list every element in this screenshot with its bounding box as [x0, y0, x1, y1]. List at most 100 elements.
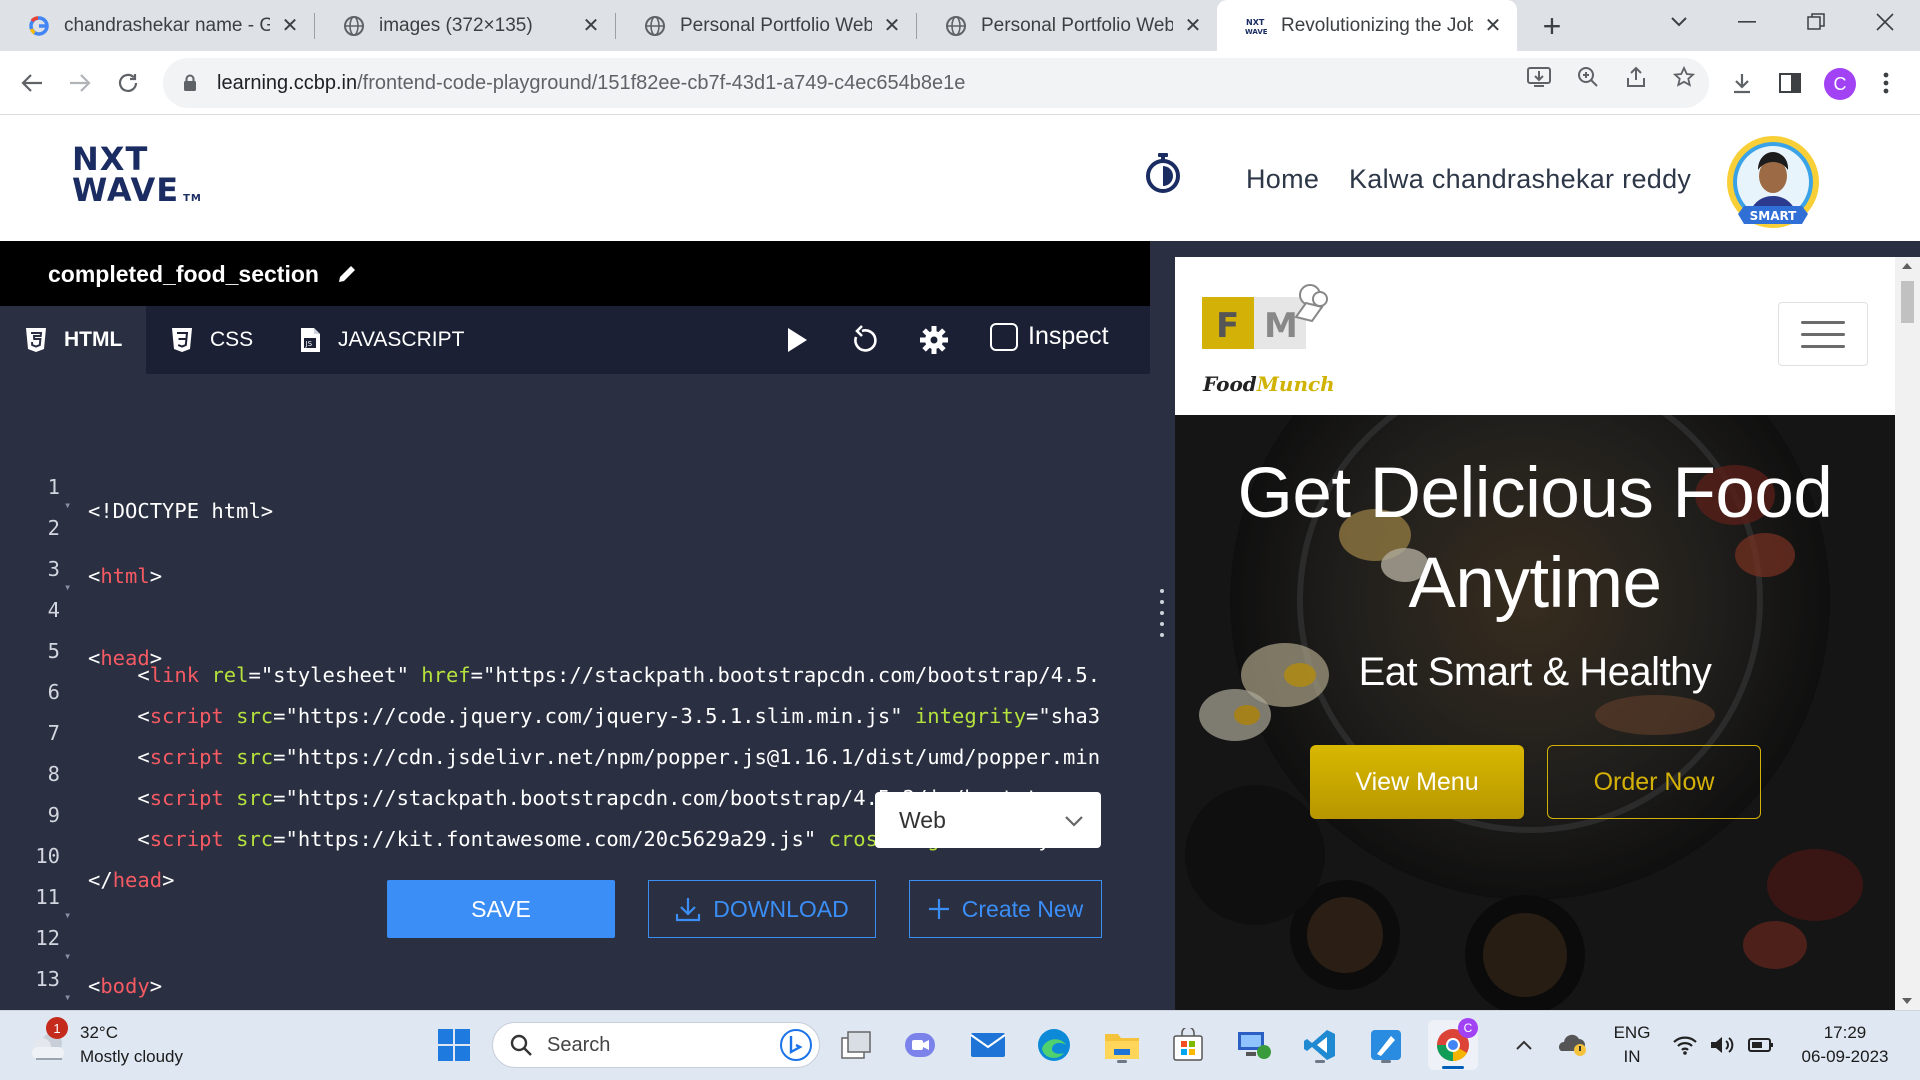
nav-home-link[interactable]: Home	[1246, 164, 1319, 195]
tab-css-label: CSS	[210, 328, 254, 351]
scroll-down-arrow-icon[interactable]	[1902, 998, 1912, 1004]
microsoft-store-icon[interactable]	[1166, 1023, 1210, 1067]
code-line: 1 <!DOCTYPE html>	[0, 451, 1150, 523]
paint-app-icon[interactable]	[1364, 1023, 1408, 1067]
foodmunch-navbar: F M FoodMunch	[1175, 257, 1895, 415]
stopwatch-icon[interactable]	[1144, 152, 1182, 194]
bookmark-star-icon[interactable]	[1668, 61, 1700, 93]
teams-chat-icon[interactable]	[898, 1023, 942, 1067]
create-new-button[interactable]: Create New	[909, 880, 1102, 938]
fold-arrow-icon[interactable]: ▾	[64, 580, 71, 594]
browser-tab-active[interactable]: NXTWAVE Revolutionizing the Job M ✕	[1217, 0, 1517, 51]
logo-tm: TM	[183, 193, 202, 204]
download-button[interactable]: DOWNLOAD	[648, 880, 876, 938]
inspect-checkbox-icon[interactable]	[990, 322, 1018, 351]
tab-close-icon[interactable]: ✕	[1481, 13, 1505, 38]
browser-tab-1[interactable]: chandrashekar name - Go ✕	[0, 0, 314, 51]
tab-close-icon[interactable]: ✕	[880, 13, 904, 38]
browser-toolbar: learning.ccbp.in/frontend-code-playgroun…	[0, 51, 1920, 115]
run-play-icon[interactable]	[781, 324, 813, 356]
fold-arrow-icon[interactable]: ▾	[64, 498, 71, 512]
share-icon[interactable]	[1620, 61, 1652, 93]
inspect-toggle[interactable]: Inspect	[990, 322, 1109, 351]
task-view-icon[interactable]	[834, 1023, 878, 1067]
site-header: NXT WAVE TM Home Kalwa chandrashekar redd…	[0, 116, 1920, 241]
new-tab-button[interactable]: +	[1534, 8, 1570, 45]
address-bar[interactable]: learning.ccbp.in/frontend-code-playgroun…	[163, 58, 1709, 108]
device-select-dropdown[interactable]: Web	[875, 792, 1101, 848]
input-language-indicator[interactable]: ENG IN	[1604, 1023, 1660, 1067]
mail-icon[interactable]	[966, 1023, 1010, 1067]
foodmunch-wordmark: FoodMunch	[1203, 372, 1335, 396]
volume-icon[interactable]	[1706, 1023, 1740, 1067]
profile-avatar[interactable]: C	[1824, 68, 1856, 100]
menu-dots-icon[interactable]	[1870, 67, 1902, 99]
view-menu-button[interactable]: View Menu	[1310, 745, 1524, 819]
svg-text:JS: JS	[305, 340, 313, 348]
fold-arrow-icon[interactable]: ▾	[64, 908, 71, 922]
scroll-up-arrow-icon[interactable]	[1902, 263, 1912, 269]
battery-icon[interactable]	[1744, 1023, 1778, 1067]
globe-icon	[644, 15, 666, 37]
hamburger-menu-icon[interactable]	[1778, 302, 1868, 366]
tab-close-icon[interactable]: ✕	[278, 13, 302, 38]
restore-icon[interactable]	[1789, 0, 1843, 44]
install-app-icon[interactable]	[1523, 61, 1555, 93]
user-avatar[interactable]: SMART	[1718, 132, 1828, 242]
svg-text:NXT: NXT	[1246, 18, 1265, 27]
clock[interactable]: 17:29 06-09-2023	[1790, 1023, 1900, 1067]
browser-tab-3[interactable]: Personal Portfolio Website ✕	[616, 0, 916, 51]
fold-arrow-icon[interactable]: ▾	[64, 949, 71, 963]
vscode-icon[interactable]	[1298, 1023, 1342, 1067]
save-button[interactable]: SAVE	[387, 880, 615, 938]
tab-javascript[interactable]: JS JAVASCRIPT	[298, 306, 464, 374]
tab-close-icon[interactable]: ✕	[1181, 13, 1205, 38]
fold-arrow-icon[interactable]: ▾	[64, 990, 71, 1004]
edge-browser-icon[interactable]	[1032, 1023, 1076, 1067]
language-code: ENG	[1613, 1023, 1651, 1042]
browser-tab-2[interactable]: images (372×135) ✕	[315, 0, 615, 51]
preview-frame[interactable]: F M FoodMunch Get Delicious Food Anytime…	[1175, 257, 1920, 1010]
scrollbar-thumb[interactable]	[1901, 281, 1914, 323]
tab-css[interactable]: CSS	[170, 306, 253, 374]
tab-close-icon[interactable]: ✕	[579, 13, 603, 38]
close-window-icon[interactable]	[1858, 0, 1912, 44]
tab-javascript-label: JAVASCRIPT	[338, 328, 465, 351]
inspect-label: Inspect	[1028, 322, 1109, 350]
hero-title-line-2: Anytime	[1408, 544, 1662, 623]
back-arrow-icon[interactable]	[12, 63, 52, 103]
windows-start-icon[interactable]	[432, 1023, 476, 1067]
pane-resize-handle[interactable]	[1150, 241, 1175, 1010]
html5-icon	[26, 328, 46, 352]
taskbar-search-box[interactable]: Search	[492, 1022, 820, 1068]
show-hidden-icons-chevron-icon[interactable]	[1504, 1023, 1544, 1067]
side-panel-icon[interactable]	[1774, 67, 1806, 99]
settings-gear-icon[interactable]	[918, 324, 950, 356]
user-name[interactable]: Kalwa chandrashekar reddy	[1349, 164, 1691, 195]
minimize-icon[interactable]	[1720, 0, 1774, 44]
browser-tab-4[interactable]: Personal Portfolio Website ✕	[917, 0, 1217, 51]
tab-search-chevron-icon[interactable]	[1652, 0, 1706, 44]
remote-desktop-icon[interactable]	[1232, 1023, 1276, 1067]
onedrive-warning-icon[interactable]	[1552, 1023, 1592, 1067]
wifi-icon[interactable]	[1668, 1023, 1702, 1067]
forward-arrow-icon[interactable]	[60, 63, 100, 103]
nxtwave-logo[interactable]: NXT WAVE TM	[72, 143, 202, 214]
nxtwave-favicon-icon: NXT WAVE	[1245, 15, 1267, 37]
file-explorer-icon[interactable]	[1100, 1023, 1144, 1067]
downloads-icon[interactable]	[1726, 67, 1758, 99]
chrome-icon[interactable]: C	[1428, 1018, 1478, 1070]
preview-scrollbar[interactable]	[1895, 257, 1920, 1010]
download-icon	[675, 896, 701, 922]
language-tabs: HTML CSS JS JAVASCRIPT Inspect	[0, 306, 1150, 374]
order-now-button[interactable]: Order Now	[1547, 745, 1761, 819]
tab-html[interactable]: HTML	[0, 306, 146, 374]
plus-icon	[928, 898, 950, 920]
bing-icon[interactable]	[779, 1028, 813, 1062]
reload-icon[interactable]	[108, 63, 148, 103]
reset-icon[interactable]	[848, 324, 880, 356]
clock-date: 06-09-2023	[1801, 1047, 1889, 1066]
zoom-icon[interactable]	[1572, 61, 1604, 93]
pencil-edit-icon[interactable]	[336, 263, 358, 285]
code-line: 7 <script src="https://cdn.jsdelivr.net/…	[0, 697, 1150, 769]
